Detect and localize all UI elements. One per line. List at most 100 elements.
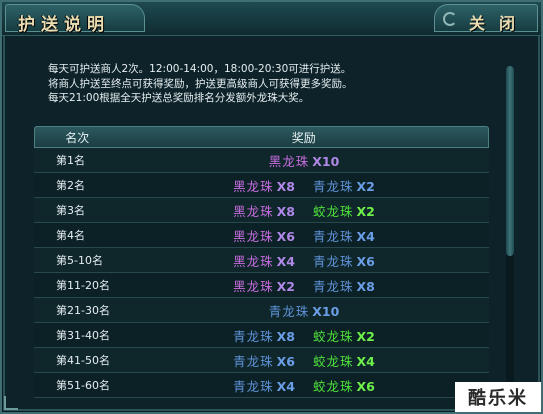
reward-item: 黑龙珠 X4 [233, 251, 295, 270]
reward-item: 青龙珠 X6 [233, 351, 295, 370]
description-text: 每天可护送商人2次。12:00-14:00，18:00-20:30可进行护送。 … [48, 62, 488, 106]
table-row: 第5-10名 黑龙珠 X4 青龙珠 X6 [34, 248, 489, 273]
reward-item: 蛟龙珠 X2 [313, 201, 375, 220]
rank-cell: 第2名 [56, 179, 85, 192]
reward-item: 黑龙珠 X10 [269, 151, 340, 170]
reward-quantity: X10 [312, 153, 340, 169]
reward-quantity: X2 [356, 203, 375, 219]
header-rank: 名次 [65, 130, 90, 145]
reward-item: 蛟龙珠 X4 [313, 351, 375, 370]
table-row: 第2名 黑龙珠 X8 青龙珠 X2 [34, 173, 489, 198]
rank-cell: 第31-40名 [56, 329, 110, 342]
header-reward: 奖励 [291, 130, 316, 145]
reward-item: 黑龙珠 X2 [233, 276, 295, 295]
reward-item: 青龙珠 X8 [233, 326, 295, 345]
reward-name: 黑龙珠 [268, 153, 310, 169]
table-row: 第1名 黑龙珠 X10 [34, 148, 489, 173]
reward-item: 青龙珠 X10 [269, 301, 340, 320]
reward-item: 黑龙珠 X8 [233, 201, 295, 220]
reward-name: 黑龙珠 [233, 253, 274, 269]
table-row: 第31-40名 青龙珠 X8 蛟龙珠 X2 [34, 323, 489, 348]
reward-quantity: X6 [276, 353, 295, 369]
table-row: 第11-20名 黑龙珠 X2 青龙珠 X8 [34, 273, 489, 298]
description-line: 每天21:00根据全天护送总奖励排名分发额外龙珠大奖。 [48, 92, 310, 104]
reward-cell: 黑龙珠 X6 青龙珠 X4 [119, 226, 489, 245]
reward-cell: 青龙珠 X4 蛟龙珠 X6 [119, 376, 489, 395]
reward-name: 黑龙珠 [233, 203, 274, 219]
reward-quantity: X8 [276, 178, 295, 194]
reward-item: 青龙珠 X8 [313, 276, 375, 295]
reward-item: 青龙珠 X4 [233, 376, 295, 395]
reward-cell: 青龙珠 X6 蛟龙珠 X4 [119, 351, 489, 370]
reward-name: 蛟龙珠 [313, 353, 354, 369]
table-row: 第21-30名 青龙珠 X10 [34, 298, 489, 323]
reward-quantity: X10 [312, 303, 340, 319]
reward-name: 蛟龙珠 [313, 328, 354, 344]
description-line: 每天可护送商人2次。12:00-14:00，18:00-20:30可进行护送。 [48, 63, 352, 75]
reward-item: 青龙珠 X2 [313, 176, 375, 195]
reward-cell: 黑龙珠 X10 [119, 151, 489, 170]
rank-cell: 第5-10名 [56, 254, 103, 267]
window-title: 护送说明 [18, 15, 110, 35]
reward-name: 青龙珠 [233, 328, 274, 344]
reward-item: 蛟龙珠 X6 [313, 376, 375, 395]
reward-name: 蛟龙珠 [313, 378, 354, 394]
reward-name: 青龙珠 [313, 253, 354, 269]
reward-quantity: X8 [276, 203, 295, 219]
frame-corner-ornament [4, 396, 18, 410]
swirl-ornament-icon [443, 12, 457, 26]
scrollbar-thumb[interactable] [506, 66, 514, 256]
reward-cell: 青龙珠 X10 [119, 301, 489, 320]
reward-item: 蛟龙珠 X2 [313, 326, 375, 345]
reward-name: 青龙珠 [313, 278, 354, 294]
rank-cell: 第3名 [56, 204, 85, 217]
reward-name: 青龙珠 [313, 178, 354, 194]
rank-cell: 第11-20名 [56, 279, 110, 292]
close-button-label: 关闭 [469, 14, 530, 33]
scrollbar-track[interactable] [506, 66, 514, 402]
reward-item: 青龙珠 X4 [313, 226, 375, 245]
reward-item: 青龙珠 X6 [313, 251, 375, 270]
table-body: 第1名 黑龙珠 X10 第2名 黑龙珠 X8 青龙珠 X2 第3名 黑龙珠 X8 蛟龙珠 X2 第4名 黑龙… [34, 148, 489, 398]
reward-name: 黑龙珠 [233, 228, 274, 244]
reward-name: 蛟龙珠 [313, 203, 354, 219]
reward-name: 青龙珠 [233, 353, 274, 369]
table-row: 第41-50名 青龙珠 X6 蛟龙珠 X4 [34, 348, 489, 373]
reward-quantity: X4 [356, 228, 375, 244]
reward-item: 黑龙珠 X8 [233, 176, 295, 195]
reward-name: 青龙珠 [313, 228, 354, 244]
reward-cell: 黑龙珠 X4 青龙珠 X6 [119, 251, 489, 270]
reward-name: 黑龙珠 [233, 178, 274, 194]
title-tab: 护送说明 [5, 4, 145, 35]
rank-cell: 第21-30名 [56, 304, 110, 317]
reward-quantity: X2 [356, 178, 375, 194]
table-row: 第51-60名 青龙珠 X4 蛟龙珠 X6 [34, 373, 489, 398]
reward-cell: 青龙珠 X8 蛟龙珠 X2 [119, 326, 489, 345]
escort-info-window: 护送说明 关闭 每天可护送商人2次。12:00-14:00，18:00-20:3… [0, 0, 543, 414]
rank-cell: 第1名 [56, 154, 85, 167]
table-row: 第3名 黑龙珠 X8 蛟龙珠 X2 [34, 198, 489, 223]
reward-name: 青龙珠 [268, 303, 310, 319]
reward-quantity: X2 [356, 328, 375, 344]
reward-quantity: X6 [356, 253, 375, 269]
reward-item: 黑龙珠 X6 [233, 226, 295, 245]
table-header: 名次 奖励 [34, 126, 489, 148]
rank-cell: 第51-60名 [56, 379, 110, 392]
reward-table: 名次 奖励 第1名 黑龙珠 X10 第2名 黑龙珠 X8 青龙珠 X2 第3名 黑龙珠 X8 蛟龙珠 X… [34, 126, 489, 400]
reward-cell: 黑龙珠 X8 青龙珠 X2 [119, 176, 489, 195]
reward-name: 青龙珠 [233, 378, 274, 394]
reward-quantity: X6 [356, 378, 375, 394]
reward-cell: 黑龙珠 X2 青龙珠 X8 [119, 276, 489, 295]
watermark-logo: 酷乐米 [455, 382, 541, 412]
watermark-text: 酷乐米 [468, 388, 528, 409]
title-bar: 护送说明 关闭 [2, 2, 541, 36]
reward-quantity: X8 [276, 328, 295, 344]
rank-cell: 第4名 [56, 229, 85, 242]
reward-quantity: X4 [276, 378, 295, 394]
description-line: 将商人护送至终点可获得奖励，护送更高级商人可获得更多奖励。 [48, 77, 353, 90]
rank-cell: 第41-50名 [56, 354, 110, 367]
reward-quantity: X8 [356, 278, 375, 294]
reward-name: 黑龙珠 [233, 278, 274, 294]
reward-quantity: X6 [276, 228, 295, 244]
close-button[interactable]: 关闭 [434, 4, 538, 33]
